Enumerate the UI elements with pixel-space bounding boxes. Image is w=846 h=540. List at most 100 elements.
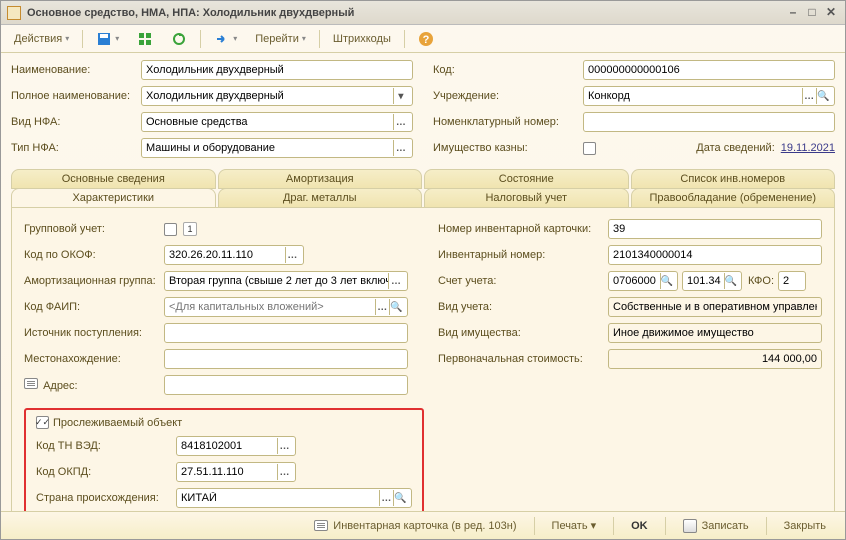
separator	[766, 517, 767, 535]
grid-icon-button[interactable]	[130, 28, 160, 50]
acctype-label: Вид учета:	[438, 301, 608, 313]
close-button[interactable]: ✕	[823, 6, 839, 20]
amort-input[interactable]: …	[164, 271, 408, 291]
name-input[interactable]	[141, 60, 413, 80]
info-date-label: Дата сведений:	[696, 142, 774, 154]
initcost-input	[608, 349, 822, 369]
faip-input[interactable]: …🔍	[164, 297, 408, 317]
caret-icon: ▾	[302, 34, 306, 43]
country-label: Страна происхождения:	[36, 492, 176, 504]
tab-metals[interactable]: Драг. металлы	[218, 188, 423, 208]
close-footer-button[interactable]: Закрыть	[775, 515, 835, 537]
footer: Инвентарная карточка (в ред. 103н) Печат…	[1, 511, 845, 539]
select-button[interactable]: …	[277, 464, 291, 480]
tnved-input[interactable]: …	[176, 436, 296, 456]
caret-icon: ▾	[115, 34, 119, 43]
help-button[interactable]: ?	[411, 28, 441, 50]
tab-state[interactable]: Состояние	[424, 169, 629, 189]
ok-button[interactable]: OK	[622, 515, 657, 537]
address-label: Адрес:	[24, 378, 164, 392]
address-input[interactable]	[164, 375, 408, 395]
code-input[interactable]	[583, 60, 835, 80]
separator	[82, 30, 83, 48]
tab-basic[interactable]: Основные сведения	[11, 169, 216, 189]
invcard-button-label: Инвентарная карточка (в ред. 103н)	[333, 520, 516, 532]
actions-menu[interactable]: Действия ▾	[7, 28, 76, 50]
tab-row-1: Основные сведения Амортизация Состояние …	[11, 169, 835, 189]
select-button[interactable]: …	[802, 88, 816, 104]
save-label: Записать	[702, 520, 749, 532]
select-button[interactable]: …	[393, 114, 408, 130]
textarea-button[interactable]: ▾	[393, 88, 408, 104]
header-fields: Наименование: Полное наименование: ▾ Вид…	[11, 59, 835, 163]
goto-menu[interactable]: Перейти ▾	[248, 28, 313, 50]
save-icon	[683, 519, 697, 533]
org-input[interactable]: …🔍	[583, 86, 835, 106]
refresh-icon-button[interactable]	[164, 28, 194, 50]
minimize-button[interactable]: –	[785, 6, 801, 20]
tab-rights[interactable]: Правообладание (обременение)	[631, 188, 836, 208]
card-icon	[314, 520, 328, 531]
group-checkbox[interactable]	[164, 223, 177, 236]
select-button[interactable]: …	[393, 140, 408, 156]
account-input-1[interactable]: 🔍	[608, 271, 678, 291]
search-button[interactable]: 🔍	[393, 490, 407, 506]
invcard-button[interactable]: Инвентарная карточка (в ред. 103н)	[305, 515, 525, 537]
invcard-input[interactable]	[608, 219, 822, 239]
select-button[interactable]: …	[379, 490, 393, 506]
nfa-kind-input[interactable]: …	[141, 112, 413, 132]
maximize-button[interactable]: □	[804, 6, 820, 20]
save-icon-button[interactable]: ▾	[89, 28, 126, 50]
nav-icon-button[interactable]: ▾	[207, 28, 244, 50]
tab-tax[interactable]: Налоговый учет	[424, 188, 629, 208]
invnum-input[interactable]	[608, 245, 822, 265]
name-label: Наименование:	[11, 64, 141, 76]
tab-invnumbers[interactable]: Список инв.номеров	[631, 169, 836, 189]
traceable-checkbox[interactable]: ✓	[36, 416, 49, 429]
group-count: 1	[183, 222, 197, 236]
treasury-checkbox[interactable]	[583, 142, 596, 155]
app-window: Основное средство, НМА, НПА: Холодильник…	[0, 0, 846, 540]
select-button[interactable]: …	[375, 299, 389, 315]
account-label: Счет учета:	[438, 275, 608, 287]
select-button[interactable]: …	[285, 247, 299, 263]
kfo-input[interactable]	[778, 271, 806, 291]
svg-text:?: ?	[423, 34, 430, 46]
code-label: Код:	[433, 64, 583, 76]
toolbar: Действия ▾ ▾ ▾ Перейти ▾ Штрихкоды ?	[1, 25, 845, 53]
select-button[interactable]: …	[277, 438, 291, 454]
okof-input[interactable]: …	[164, 245, 304, 265]
invnum-label: Инвентарный номер:	[438, 249, 608, 261]
print-menu[interactable]: Печать▾	[543, 515, 606, 537]
app-icon	[7, 6, 21, 20]
nfa-type-input[interactable]: …	[141, 138, 413, 158]
search-button[interactable]: 🔍	[816, 88, 830, 104]
barcodes-button[interactable]: Штрихкоды	[326, 28, 398, 50]
search-button[interactable]: 🔍	[389, 299, 403, 315]
proptype-input	[608, 323, 822, 343]
okpd-input[interactable]: …	[176, 462, 296, 482]
search-button[interactable]: 🔍	[724, 273, 737, 289]
tab-amortization[interactable]: Амортизация	[218, 169, 423, 189]
separator	[613, 517, 614, 535]
nomnum-input[interactable]	[583, 112, 835, 132]
location-input[interactable]	[164, 349, 408, 369]
save-button[interactable]: Записать	[674, 515, 758, 537]
select-button[interactable]: …	[388, 273, 403, 289]
info-date-link[interactable]: 19.11.2021	[781, 142, 835, 154]
location-label: Местонахождение:	[24, 353, 164, 365]
source-input[interactable]	[164, 323, 408, 343]
country-input[interactable]: …🔍	[176, 488, 412, 508]
grid-icon	[137, 31, 153, 47]
nomnum-label: Номенклатурный номер:	[433, 116, 583, 128]
traceable-label: Прослеживаемый объект	[53, 417, 182, 429]
window-title: Основное средство, НМА, НПА: Холодильник…	[27, 7, 782, 19]
fullname-input[interactable]: ▾	[141, 86, 413, 106]
barcodes-label: Штрихкоды	[333, 33, 391, 45]
search-button[interactable]: 🔍	[660, 273, 673, 289]
tab-characteristics[interactable]: Характеристики	[11, 188, 216, 208]
faip-label: Код ФАИП:	[24, 301, 164, 313]
amort-label: Амортизационная группа:	[24, 275, 164, 287]
separator	[404, 30, 405, 48]
account-input-2[interactable]: 🔍	[682, 271, 742, 291]
